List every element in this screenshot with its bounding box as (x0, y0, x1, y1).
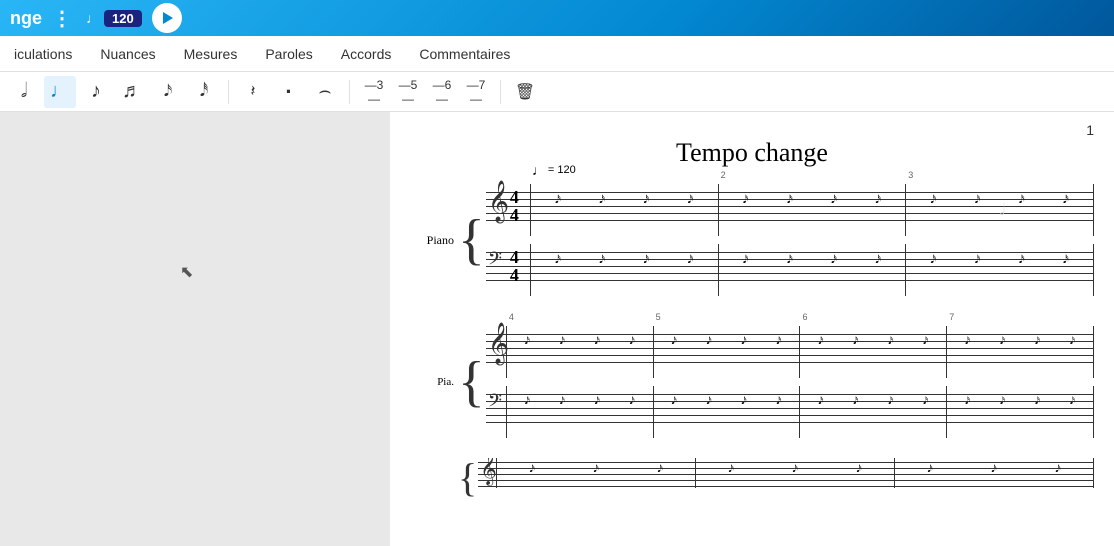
tempo-note-symbol: ♩ (532, 162, 546, 178)
time-sig-treble: 4 4 (510, 188, 519, 224)
menu-item-commentaires[interactable]: Commentaires (415, 42, 514, 66)
eighth-note-button[interactable]: ♪ (80, 76, 112, 108)
page-number: 1 (1086, 122, 1094, 138)
treble-measures-1: 𝅘𝅥𝅯𝅘𝅥𝅯𝅘𝅥𝅯𝅘𝅥𝅯 2 𝅘𝅥𝅯𝅘𝅥𝅯𝅘𝅥𝅯𝅘𝅥𝅯 3 (530, 184, 1094, 236)
delete-button[interactable]: 🗑 (509, 76, 541, 108)
b2m6[interactable]: 𝅘𝅥𝅯𝅘𝅥𝅯𝅘𝅥𝅯𝅘𝅥𝅯 (800, 386, 947, 438)
play-button[interactable] (152, 3, 182, 33)
treble-staff-1: ♩ = 120 𝄞 4 (486, 184, 1094, 236)
menu-item-articulations[interactable]: iculations (10, 42, 76, 66)
topbar: nge ⋮ ♩ 120 (0, 0, 1114, 36)
rest-button[interactable]: 𝄽 (237, 76, 269, 108)
t2m4[interactable]: 4 𝅘𝅥𝅯𝅘𝅥𝅯𝅘𝅥𝅯𝅘𝅥𝅯 (506, 326, 654, 378)
menubar: iculations Nuances Mesures Paroles Accor… (0, 36, 1114, 72)
b2m5[interactable]: 𝅘𝅥𝅯𝅘𝅥𝅯𝅘𝅥𝅯𝅘𝅥𝅯 (654, 386, 801, 438)
left-panel: ⬉ (0, 112, 390, 546)
menu-item-nuances[interactable]: Nuances (96, 42, 159, 66)
tempo-display: ♩ 120 (86, 10, 142, 27)
tempo-value-badge[interactable]: 120 (104, 10, 142, 27)
bass-measures-1: 𝅘𝅥𝅯𝅘𝅥𝅯𝅘𝅥𝅯𝅘𝅥𝅯 𝅘𝅥𝅯𝅘𝅥𝅯𝅘𝅥𝅯𝅘𝅥𝅯 𝅘𝅥𝅯 (530, 244, 1094, 296)
tuplet-group: —3— —5— —6— —7— (358, 76, 492, 108)
t2m7[interactable]: 7 𝅘𝅥𝅯𝅘𝅥𝅯𝅘𝅥𝅯𝅘𝅥𝅯 (947, 326, 1094, 378)
treble-clef-3: 𝄞 (480, 458, 497, 486)
brace-3: { (458, 458, 477, 498)
whole-note-button[interactable]: 𝅗𝅥 (8, 76, 40, 108)
instrument-label-full: Piano (420, 184, 458, 296)
t3m8[interactable]: 8 𝅘𝅥𝅯𝅘𝅥𝅯𝅘𝅥𝅯 (496, 458, 696, 488)
treble-measures-3: 8 𝅘𝅥𝅯𝅘𝅥𝅯𝅘𝅥𝅯 9 𝅘𝅥𝅯𝅘𝅥𝅯𝅘𝅥𝅯 (496, 458, 1094, 488)
staves-2: 𝄞 4 𝅘𝅥𝅯𝅘𝅥𝅯𝅘𝅥𝅯𝅘𝅥𝅯 5 𝅘𝅥𝅯𝅘𝅥𝅯� (486, 326, 1094, 438)
measure-num-6: 6 (802, 312, 807, 322)
half-note-ghost: 𝅗𝅥 (1000, 202, 1005, 220)
bass-measures-2: 𝅘𝅥𝅯𝅘𝅥𝅯𝅘𝅥𝅯𝅘𝅥𝅯 𝅘𝅥𝅯𝅘𝅥𝅯𝅘𝅥𝅯𝅘𝅥𝅯 𝅘𝅥𝅯 (506, 386, 1094, 438)
bass-measure-1[interactable]: 𝅘𝅥𝅯𝅘𝅥𝅯𝅘𝅥𝅯𝅘𝅥𝅯 (530, 244, 719, 296)
sixtyfourth-note-button[interactable]: 𝅘𝅥𝅰 (188, 76, 220, 108)
toolbar: 𝅗𝅥 ♩ ♪ ♬ 𝅘𝅥𝅯 𝅘𝅥𝅰 𝄽 · ⌢ —3— —5— —6— —7— 🗑 (0, 72, 1114, 112)
dot-button[interactable]: · (273, 76, 305, 108)
cursor: ⬉ (180, 262, 193, 282)
quarter-note-button[interactable]: ♩ (44, 76, 76, 108)
tuplet-7-button[interactable]: —7— (460, 76, 492, 108)
measure-num-2: 2 (721, 170, 726, 180)
main-content: ⬉ 1 Tempo change Piano { ♩ = 120 (0, 112, 1114, 546)
staves-3: 𝄞 8 𝅘𝅥𝅯𝅘𝅥𝅯𝅘𝅥𝅯 9 𝅘𝅥𝅯𝅘𝅥𝅯𝅘𝅥𝅯 (478, 458, 1094, 498)
bass-clef: 𝄢 (488, 248, 502, 274)
bass-clef-2: 𝄢 (488, 390, 502, 416)
t3m9[interactable]: 9 𝅘𝅥𝅯𝅘𝅥𝅯𝅘𝅥𝅯 (696, 458, 895, 488)
treble-measures-2: 4 𝅘𝅥𝅯𝅘𝅥𝅯𝅘𝅥𝅯𝅘𝅥𝅯 5 𝅘𝅥𝅯𝅘𝅥𝅯𝅘𝅥𝅯𝅘𝅥𝅯 (506, 326, 1094, 378)
bass-measure-3[interactable]: 𝅘𝅥𝅯𝅘𝅥𝅯𝅘𝅥𝅯𝅘𝅥𝅯 (906, 244, 1094, 296)
measure-num-3: 3 (908, 170, 913, 180)
brace-1: { (458, 184, 485, 296)
t2m6[interactable]: 6 𝅘𝅥𝅯𝅘𝅥𝅯𝅘𝅥𝅯𝅘𝅥𝅯 (800, 326, 947, 378)
score-area[interactable]: 1 Tempo change Piano { ♩ = 120 (390, 112, 1114, 546)
menu-dots[interactable]: ⋮ (52, 6, 72, 31)
treble-clef: 𝄞 (488, 180, 509, 223)
menu-item-accords[interactable]: Accords (337, 42, 396, 66)
bass-staff-2: 𝄢 𝅘𝅥𝅯𝅘𝅥𝅯𝅘𝅥𝅯𝅘𝅥𝅯 𝅘𝅥𝅯𝅘𝅥𝅯𝅘𝅥𝅯𝅘𝅥𝅯 (486, 386, 1094, 438)
tuplet-3-button[interactable]: —3— (358, 76, 390, 108)
staff-gap-2 (486, 378, 1094, 386)
system-2: Pia. { 𝄞 4 (420, 326, 1094, 438)
t2m5[interactable]: 5 𝅘𝅥𝅯𝅘𝅥𝅯𝅘𝅥𝅯𝅘𝅥𝅯 (654, 326, 801, 378)
app-title: nge (10, 8, 42, 29)
separator-1 (228, 80, 229, 104)
staves-1: ♩ = 120 𝄞 4 (486, 184, 1094, 296)
thirtysecond-note-button[interactable]: 𝅘𝅥𝅯 (152, 76, 184, 108)
system-1: Piano { ♩ = 120 (420, 184, 1094, 296)
tempo-equals: = 120 (548, 164, 576, 176)
measure-num-7: 7 (949, 312, 954, 322)
measure-num-5: 5 (656, 312, 661, 322)
instrument-label-3 (420, 458, 458, 498)
b2m4[interactable]: 𝅘𝅥𝅯𝅘𝅥𝅯𝅘𝅥𝅯𝅘𝅥𝅯 (506, 386, 654, 438)
treble-staff-3: 𝄞 8 𝅘𝅥𝅯𝅘𝅥𝅯𝅘𝅥𝅯 9 𝅘𝅥𝅯𝅘𝅥𝅯𝅘𝅥𝅯 (478, 458, 1094, 488)
separator-3 (500, 80, 501, 104)
menu-item-paroles[interactable]: Paroles (261, 42, 316, 66)
system-3: { 𝄞 8 � (420, 458, 1094, 498)
score-title: Tempo change (410, 138, 1094, 168)
treble-staff-2: 𝄞 4 𝅘𝅥𝅯𝅘𝅥𝅯𝅘𝅥𝅯𝅘𝅥𝅯 5 𝅘𝅥𝅯𝅘𝅥𝅯� (486, 326, 1094, 378)
tempo-marking: ♩ = 120 (532, 162, 576, 178)
sixteenth-note-button[interactable]: ♬ (116, 76, 148, 108)
treble-measure-3[interactable]: 3 𝅘𝅥𝅯𝅘𝅥𝅯𝅘𝅥𝅯𝅘𝅥𝅯 𝅗𝅥 (906, 184, 1094, 236)
time-sig-bass: 4 4 (510, 248, 519, 284)
t3m10[interactable]: 10 𝅘𝅥𝅯𝅘𝅥𝅯𝅘𝅥𝅯 (895, 458, 1094, 488)
treble-measure-2[interactable]: 2 𝅘𝅥𝅯𝅘𝅥𝅯𝅘𝅥𝅯𝅘𝅥𝅯 (719, 184, 907, 236)
brace-2: { (458, 326, 485, 438)
menu-item-mesures[interactable]: Mesures (180, 42, 242, 66)
tempo-note-icon: ♩ (86, 10, 100, 26)
measure-num-4: 4 (509, 312, 514, 322)
instrument-label-short: Pia. (420, 326, 458, 438)
slur-button[interactable]: ⌢ (309, 76, 341, 108)
treble-measure-1[interactable]: 𝅘𝅥𝅯𝅘𝅥𝅯𝅘𝅥𝅯𝅘𝅥𝅯 (530, 184, 719, 236)
b2m7[interactable]: 𝅘𝅥𝅯𝅘𝅥𝅯𝅘𝅥𝅯𝅘𝅥𝅯 (947, 386, 1094, 438)
staff-gap-1 (486, 236, 1094, 244)
bass-measure-2[interactable]: 𝅘𝅥𝅯𝅘𝅥𝅯𝅘𝅥𝅯𝅘𝅥𝅯 (719, 244, 907, 296)
bass-staff-1: 𝄢 4 4 𝅘𝅥𝅯𝅘𝅥𝅯𝅘𝅥𝅯𝅘𝅥𝅯 (486, 244, 1094, 296)
tuplet-5-button[interactable]: —5— (392, 76, 424, 108)
separator-2 (349, 80, 350, 104)
tuplet-6-button[interactable]: —6— (426, 76, 458, 108)
